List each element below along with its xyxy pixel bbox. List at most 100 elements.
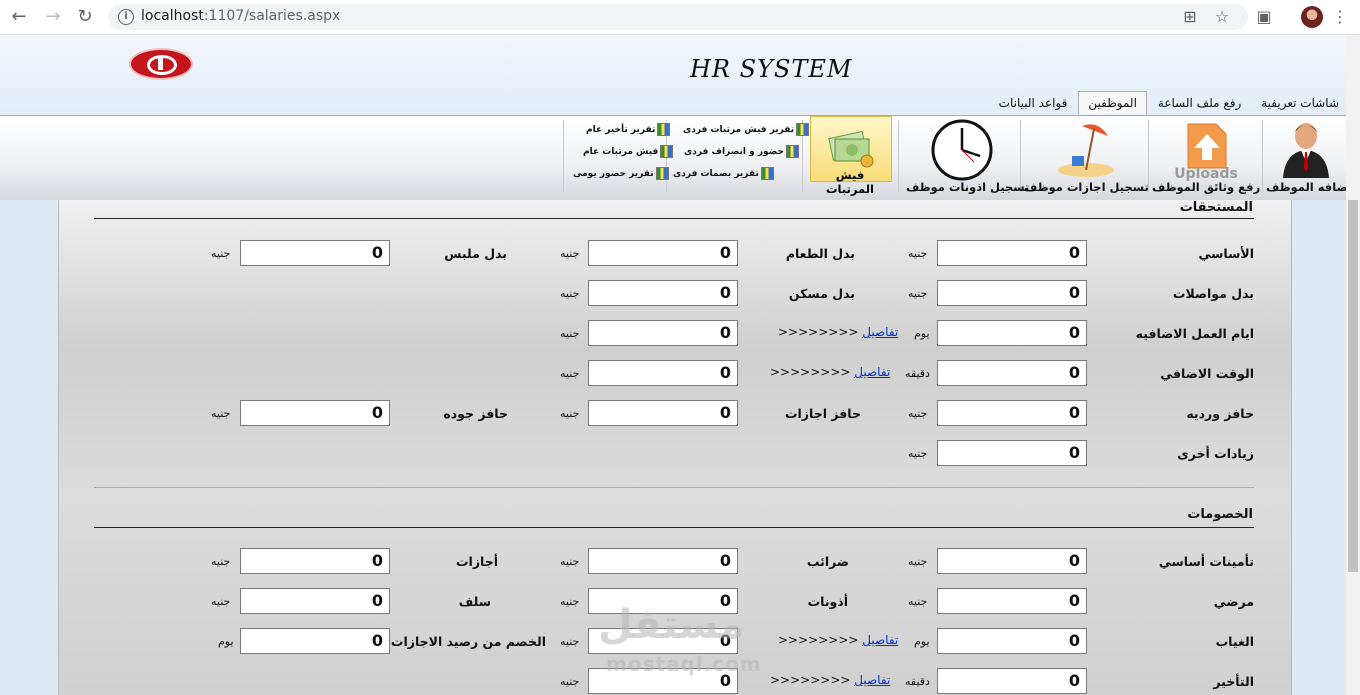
report-icon (760, 167, 774, 180)
absence-input[interactable]: 0 (937, 628, 1087, 654)
ribbon-toolbar: اضافه الموظف Uploads رفع وثائق الموظف تس… (0, 115, 1360, 201)
transport-allowance-input[interactable]: 0 (937, 280, 1087, 306)
bookmark-star-icon[interactable]: ☆ (1212, 7, 1232, 27)
clothing-allowance-label: بدل ملبس (444, 246, 507, 261)
shift-incentive-input[interactable]: 0 (937, 400, 1087, 426)
ribbon-separator (1262, 120, 1263, 192)
other-increases-label: زيادات أخرى (1177, 446, 1254, 461)
report-icon (657, 123, 671, 136)
extra-days-details: >>>>>>>> تفاصيل (778, 325, 898, 339)
ribbon-separator (563, 120, 564, 192)
quality-incentive-unit: جنيه (211, 407, 231, 420)
extra-days-label: ايام العمل الاضافيه (1135, 326, 1254, 341)
back-icon[interactable]: ← (8, 6, 30, 28)
food-allowance-label: بدل الطعام (785, 246, 855, 261)
basic-insurance-input[interactable]: 0 (937, 548, 1087, 574)
food-allowance-unit: جنيه (560, 247, 580, 260)
sick-input[interactable]: 0 (937, 588, 1087, 614)
extra-days-details-link[interactable]: تفاصيل (862, 325, 898, 339)
add-employee-button[interactable]: اضافه الموظف (1266, 118, 1352, 198)
reload-icon[interactable]: ↻ (74, 6, 96, 28)
register-permissions-button[interactable]: تسجيل اذونات موظف (906, 118, 1029, 198)
other-increases-input[interactable]: 0 (937, 440, 1087, 466)
individual-attendance-button[interactable]: حضور و انصراف فردى (684, 145, 800, 158)
translate-icon[interactable]: ⊞ (1180, 7, 1200, 27)
address-bar[interactable]: i localhost:1107/salaries.aspx (108, 4, 1248, 30)
lateness-label: التأخير (1213, 674, 1254, 689)
general-delay-report-label: تقرير تأخير عام (586, 125, 656, 135)
forward-icon[interactable]: → (42, 6, 64, 28)
quality-incentive-input[interactable]: 0 (240, 400, 390, 426)
food-allowance-input[interactable]: 0 (588, 240, 738, 266)
tab-upload-clock-file[interactable]: رفع ملف الساعة (1149, 91, 1250, 113)
vacation-incentive-unit: جنيه (560, 407, 580, 420)
tab-employees[interactable]: الموظفين (1078, 91, 1147, 114)
absence-details: >>>>>>>> تفاصيل (778, 633, 898, 647)
housing-allowance-input[interactable]: 0 (588, 280, 738, 306)
extra-days-amount-unit: جنيه (560, 327, 580, 340)
sick-unit: جنيه (908, 595, 928, 608)
lateness-unit: دقيقه (905, 675, 930, 688)
daily-attendance-report-button[interactable]: تقرير حضور يومى (573, 167, 669, 180)
lateness-amount-unit: جنيه (560, 675, 580, 688)
register-vacations-button[interactable]: تسجيل اجازات موظف (1024, 118, 1149, 198)
lateness-arrows: >>>>>>>> (770, 673, 851, 687)
earnings-divider (94, 218, 1254, 219)
earnings-title: المستحقات (1179, 200, 1253, 215)
menu-icon[interactable]: ⋮ (1330, 7, 1350, 27)
housing-allowance-unit: جنيه (560, 287, 580, 300)
watermark-logo: مستقل (598, 602, 745, 648)
overtime-details-link[interactable]: تفاصيل (854, 365, 890, 379)
overtime-amount-input[interactable]: 0 (588, 360, 738, 386)
taxes-input[interactable]: 0 (588, 548, 738, 574)
absence-amount-unit: جنيه (560, 635, 580, 648)
scrollbar-thumb[interactable] (1348, 200, 1358, 572)
section-separator (94, 487, 1254, 488)
money-icon (828, 130, 874, 168)
app-title: HR SYSTEM (690, 55, 853, 83)
extra-days-input[interactable]: 0 (937, 320, 1087, 346)
advances-input[interactable]: 0 (240, 588, 390, 614)
add-employee-label: اضافه الموظف (1266, 180, 1352, 194)
vacation-balance-deduction-input[interactable]: 0 (240, 628, 390, 654)
advances-unit: جنيه (211, 595, 231, 608)
absence-details-link[interactable]: تفاصيل (862, 633, 898, 647)
ribbon-separator (898, 120, 899, 192)
vacations-deduction-input[interactable]: 0 (240, 548, 390, 574)
employee-icon (1283, 123, 1329, 178)
basic-label: الأساسي (1198, 246, 1254, 261)
individual-fingerprint-report-label: تقرير بصمات فردى (673, 169, 759, 179)
profile-avatar[interactable] (1301, 6, 1323, 28)
transport-allowance-unit: جنيه (908, 287, 928, 300)
upload-documents-button[interactable]: Uploads رفع وثائق الموظف (1152, 118, 1260, 198)
tab-definition-screens[interactable]: شاشات تعريفية (1252, 91, 1348, 113)
info-icon[interactable]: i (118, 9, 134, 25)
vacations-deduction-label: أجازات (455, 554, 498, 569)
tab-databases[interactable]: قواعد البيانات (990, 91, 1077, 113)
lateness-input[interactable]: 0 (937, 668, 1087, 694)
extra-days-unit: يوم (914, 327, 930, 340)
extra-days-amount-input[interactable]: 0 (588, 320, 738, 346)
deductions-divider (94, 527, 1254, 528)
vacation-incentive-input[interactable]: 0 (588, 400, 738, 426)
basic-input[interactable]: 0 (937, 240, 1087, 266)
vacations-deduction-unit: جنيه (211, 555, 231, 568)
basic-insurance-label: تأمينات أساسي (1158, 554, 1254, 569)
extra-days-arrows: >>>>>>>> (778, 325, 859, 339)
general-delay-report-button[interactable]: تقرير تأخير عام (586, 123, 671, 136)
app-header: HR SYSTEM شاشات تعريفية رفع ملف الساعة ا… (0, 35, 1360, 115)
individual-fingerprint-report-button[interactable]: تقرير بصمات فردى (673, 167, 774, 180)
browser-toolbar: ← → ↻ i localhost:1107/salaries.aspx ⊞ ☆… (0, 0, 1360, 35)
basic-insurance-unit: جنيه (908, 555, 928, 568)
clothing-allowance-input[interactable]: 0 (240, 240, 390, 266)
overtime-input[interactable]: 0 (937, 360, 1087, 386)
individual-salary-report-button[interactable]: تقرير فيش مرتبات فردى (683, 123, 810, 136)
vacation-balance-deduction-unit: يوم (218, 635, 234, 648)
absence-arrows: >>>>>>>> (778, 633, 859, 647)
extension-icon[interactable]: ▣ (1254, 7, 1274, 27)
salary-slip-label: فيش المرتبات (825, 168, 874, 196)
lateness-details-link[interactable]: تفاصيل (854, 673, 890, 687)
quality-incentive-label: حافز جوده (443, 406, 508, 421)
url-text[interactable]: localhost:1107/salaries.aspx (141, 8, 340, 24)
general-salary-slip-button[interactable]: فيش مرتبات عام (583, 145, 674, 158)
